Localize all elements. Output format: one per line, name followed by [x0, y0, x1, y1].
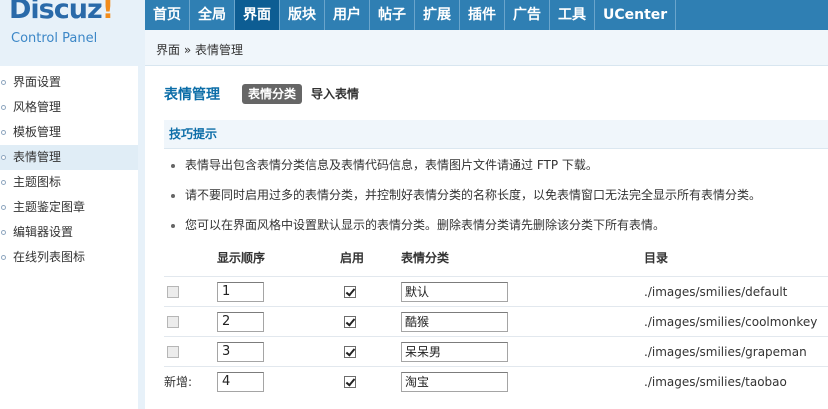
category-name-input[interactable]: 酷猴 — [401, 312, 508, 332]
nav-item-tools[interactable]: 工具 — [550, 0, 595, 30]
display-order-input[interactable]: 2 — [217, 312, 264, 332]
directory-path: ./images/smilies/grapeman — [644, 345, 807, 359]
tab-smiley-categories[interactable]: 表情分类 — [242, 84, 303, 104]
main-content: 表情管理 表情分类 导入表情 技巧提示 表情导出包含表情分类信息及表情代码信息，… — [145, 66, 828, 409]
enabled-checkbox[interactable] — [344, 286, 356, 298]
display-order-input[interactable]: 4 — [217, 372, 264, 392]
category-name-input[interactable]: 呆呆男 — [401, 342, 508, 362]
category-name-input[interactable]: 默认 — [401, 282, 508, 302]
tip-item: 请不要同时启用过多的表情分类，并控制好表情分类的名称长度，以免表情窗口无法完全显… — [171, 185, 761, 205]
nav-item-forums[interactable]: 版块 — [280, 0, 325, 30]
bullet-icon — [1, 80, 6, 85]
delete-checkbox[interactable] — [167, 346, 179, 358]
bullet-icon — [1, 180, 6, 185]
table-row: 2 酷猴 ./images/smilies/coolmonkey — [164, 306, 828, 336]
enabled-checkbox[interactable] — [344, 316, 356, 328]
tip-item: 表情导出包含表情分类信息及表情代码信息，表情图片文件请通过 FTP 下载。 — [171, 155, 598, 175]
nav-item-ads[interactable]: 广告 — [505, 0, 550, 30]
bullet-icon — [171, 163, 175, 168]
directory-path: ./images/smilies/coolmonkey — [644, 315, 818, 329]
breadcrumb: 界面 » 表情管理 — [145, 30, 828, 66]
enabled-checkbox[interactable] — [344, 376, 356, 388]
col-header-directory: 目录 — [644, 251, 669, 265]
tab-group: 表情分类 导入表情 — [242, 84, 365, 104]
nav-item-posts[interactable]: 帖子 — [370, 0, 415, 30]
nav-item-interface[interactable]: 界面 — [235, 0, 280, 30]
bullet-icon — [1, 230, 6, 235]
sidebar-item-online-icons[interactable]: 在线列表图标 — [0, 245, 138, 270]
nav-item-extend[interactable]: 扩展 — [415, 0, 460, 30]
sidebar-divider[interactable] — [138, 66, 145, 409]
sidebar-item-stamps[interactable]: 主题鉴定图章 — [0, 195, 138, 220]
display-order-input[interactable]: 1 — [217, 282, 264, 302]
table-row-new: 新增: 4 淘宝 ./images/smilies/taobao — [164, 366, 828, 396]
table-row: 1 默认 ./images/smilies/default — [164, 276, 828, 306]
col-header-category: 表情分类 — [401, 251, 450, 265]
col-header-enabled: 启用 — [340, 251, 365, 265]
bullet-icon — [1, 130, 6, 135]
bullet-icon — [1, 255, 6, 260]
nav-item-home[interactable]: 首页 — [145, 0, 190, 30]
nav-item-ucenter[interactable]: UCenter — [595, 0, 677, 30]
new-row-label: 新增: — [164, 375, 193, 389]
top-nav: 首页 全局 界面 版块 用户 帖子 扩展 插件 广告 工具 UCenter — [145, 0, 828, 30]
col-header-order: 显示顺序 — [217, 251, 266, 265]
sidebar: 界面设置 风格管理 模板管理 表情管理 主题图标 主题鉴定图章 编辑器设置 在线… — [0, 70, 138, 409]
tips-title: 技巧提示 — [164, 120, 828, 149]
tab-import-smilies[interactable]: 导入表情 — [305, 84, 365, 104]
sidebar-item-interface-settings[interactable]: 界面设置 — [0, 70, 138, 95]
logo[interactable]: Discuz! Control Panel — [0, 0, 145, 66]
bullet-icon — [171, 193, 175, 198]
sidebar-item-styles[interactable]: 风格管理 — [0, 95, 138, 120]
enabled-checkbox[interactable] — [344, 346, 356, 358]
logo-brand: Discuz! — [9, 0, 114, 25]
sidebar-item-templates[interactable]: 模板管理 — [0, 120, 138, 145]
category-name-input[interactable]: 淘宝 — [401, 372, 508, 392]
directory-path: ./images/smilies/default — [644, 285, 788, 299]
bullet-icon — [1, 155, 6, 160]
bullet-icon — [171, 223, 175, 228]
delete-checkbox[interactable] — [167, 286, 179, 298]
sidebar-item-thread-icons[interactable]: 主题图标 — [0, 170, 138, 195]
logo-subtitle: Control Panel — [11, 31, 98, 46]
bullet-icon — [1, 205, 6, 210]
bullet-icon — [1, 105, 6, 110]
delete-checkbox[interactable] — [167, 316, 179, 328]
sidebar-item-editor-settings[interactable]: 编辑器设置 — [0, 220, 138, 245]
directory-path: ./images/smilies/taobao — [644, 375, 787, 389]
table-row: 3 呆呆男 ./images/smilies/grapeman — [164, 336, 828, 366]
display-order-input[interactable]: 3 — [217, 342, 264, 362]
nav-item-users[interactable]: 用户 — [325, 0, 370, 30]
page-title: 表情管理 — [164, 87, 220, 103]
nav-item-plugins[interactable]: 插件 — [460, 0, 505, 30]
nav-item-global[interactable]: 全局 — [190, 0, 235, 30]
tip-item: 您可以在界面风格中设置默认显示的表情分类。删除表情分类请先删除该分类下所有表情。 — [171, 215, 665, 235]
sidebar-item-smilies[interactable]: 表情管理 — [0, 145, 138, 170]
